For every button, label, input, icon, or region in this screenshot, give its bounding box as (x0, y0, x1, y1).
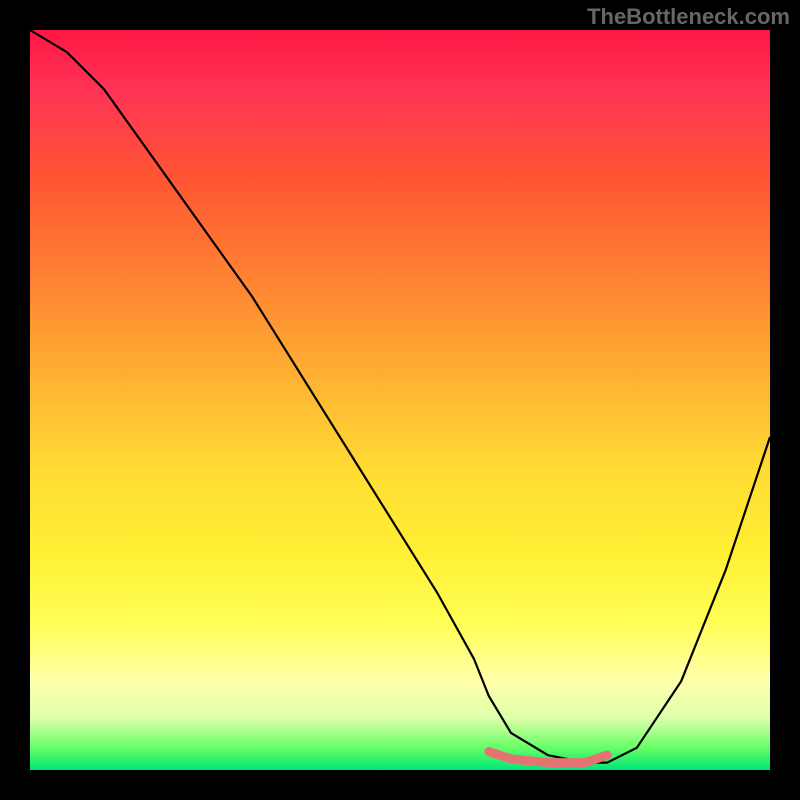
bottleneck-curve-line (30, 30, 770, 763)
chart-svg (30, 30, 770, 770)
watermark-text: TheBottleneck.com (587, 4, 790, 30)
chart-plot-area (30, 30, 770, 770)
optimal-range-line (489, 752, 607, 763)
